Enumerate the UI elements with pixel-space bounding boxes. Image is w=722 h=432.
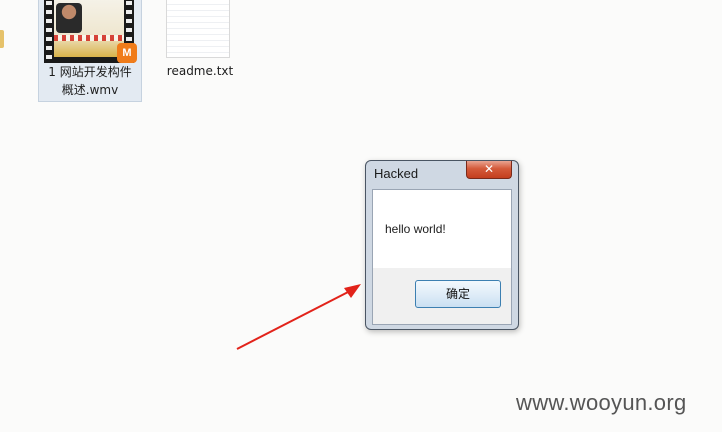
arrow-shaft: [236, 289, 353, 350]
watermark: www.wooyun.org: [516, 390, 687, 415]
arrow-head: [344, 284, 361, 298]
annotation-arrow: [236, 284, 361, 350]
